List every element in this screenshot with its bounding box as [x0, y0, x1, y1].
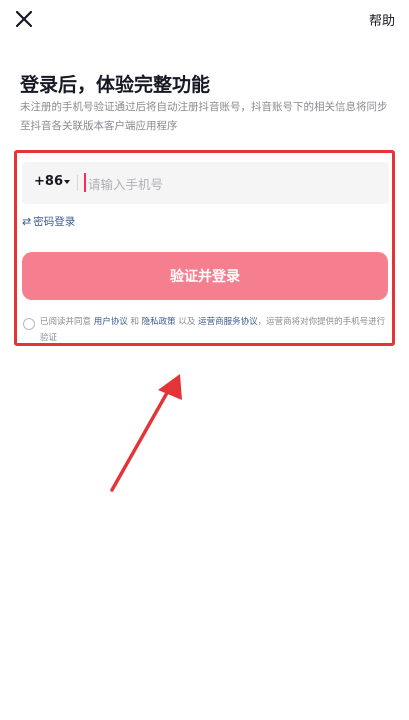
verify-and-login-button[interactable]: 验证并登录 [22, 252, 388, 300]
agreement-and-also: 以及 [178, 317, 196, 327]
annotation-arrow-icon [110, 374, 182, 492]
user-agreement-link[interactable]: 用户协议 [94, 317, 128, 327]
page-title: 登录后，体验完整功能 [20, 74, 211, 96]
password-login-link[interactable]: ⇄ 密码登录 [22, 214, 75, 229]
close-icon[interactable] [13, 8, 35, 30]
carrier-agreement-link[interactable]: 运营商服务协议 [198, 317, 258, 327]
divider [77, 175, 78, 191]
country-code-selector[interactable]: +86 [34, 174, 63, 189]
agreement-text: 已阅读并同意 用户协议 和 隐私政策 以及 运营商服务协议，运营商将对你提供的手… [40, 314, 386, 346]
dropdown-caret-icon[interactable] [64, 180, 70, 184]
phone-input-row: +86 [22, 162, 389, 204]
privacy-policy-link[interactable]: 隐私政策 [142, 317, 176, 327]
agreement-and: 和 [130, 317, 139, 327]
agreement-checkbox[interactable] [23, 318, 35, 330]
help-link[interactable]: 帮助 [369, 10, 395, 29]
phone-number-input[interactable] [86, 170, 380, 198]
top-bar: 帮助 [0, 0, 409, 40]
page-subtitle: 未注册的手机号验证通过后将自动注册抖音账号，抖音账号下的相关信息将同步至抖音各关… [20, 101, 388, 132]
swap-arrows-icon: ⇄ [22, 215, 32, 228]
password-login-label: 密码登录 [33, 216, 76, 228]
agreement-prefix: 已阅读并同意 [40, 317, 92, 327]
